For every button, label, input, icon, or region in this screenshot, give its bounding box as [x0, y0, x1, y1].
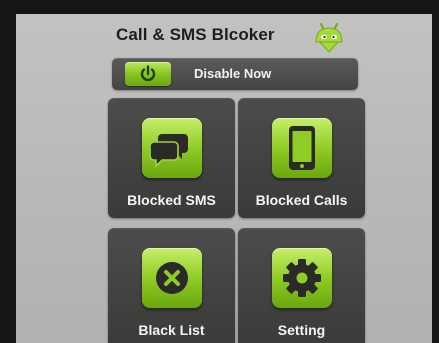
device-frame: Call & SMS Blcoker Disable Now Blocked S… — [0, 0, 439, 343]
blocked-calls-label: Blocked Calls — [255, 192, 348, 208]
blocked-sms-label: Blocked SMS — [127, 192, 216, 208]
x-circle-icon — [142, 248, 202, 308]
disable-now-button[interactable]: Disable Now — [112, 58, 358, 90]
black-list-tile[interactable]: Black List — [108, 228, 235, 343]
app-title: Call & SMS Blcoker — [116, 25, 275, 44]
power-toggle[interactable] — [125, 62, 171, 86]
black-list-label: Black List — [138, 322, 205, 338]
gear-icon — [272, 248, 332, 308]
blocked-sms-tile[interactable]: Blocked SMS — [108, 98, 235, 218]
setting-label: Setting — [277, 322, 326, 338]
title-bar: Call & SMS Blcoker — [16, 14, 432, 58]
app-screen: Call & SMS Blcoker Disable Now Blocked S… — [16, 14, 432, 343]
phone-device-icon — [272, 118, 332, 178]
setting-tile[interactable]: Setting — [238, 228, 365, 343]
chat-bubbles-icon — [142, 118, 202, 178]
disable-now-label: Disable Now — [194, 66, 272, 81]
android-head-icon — [312, 20, 346, 54]
power-icon — [140, 65, 156, 82]
blocked-calls-tile[interactable]: Blocked Calls — [238, 98, 365, 218]
